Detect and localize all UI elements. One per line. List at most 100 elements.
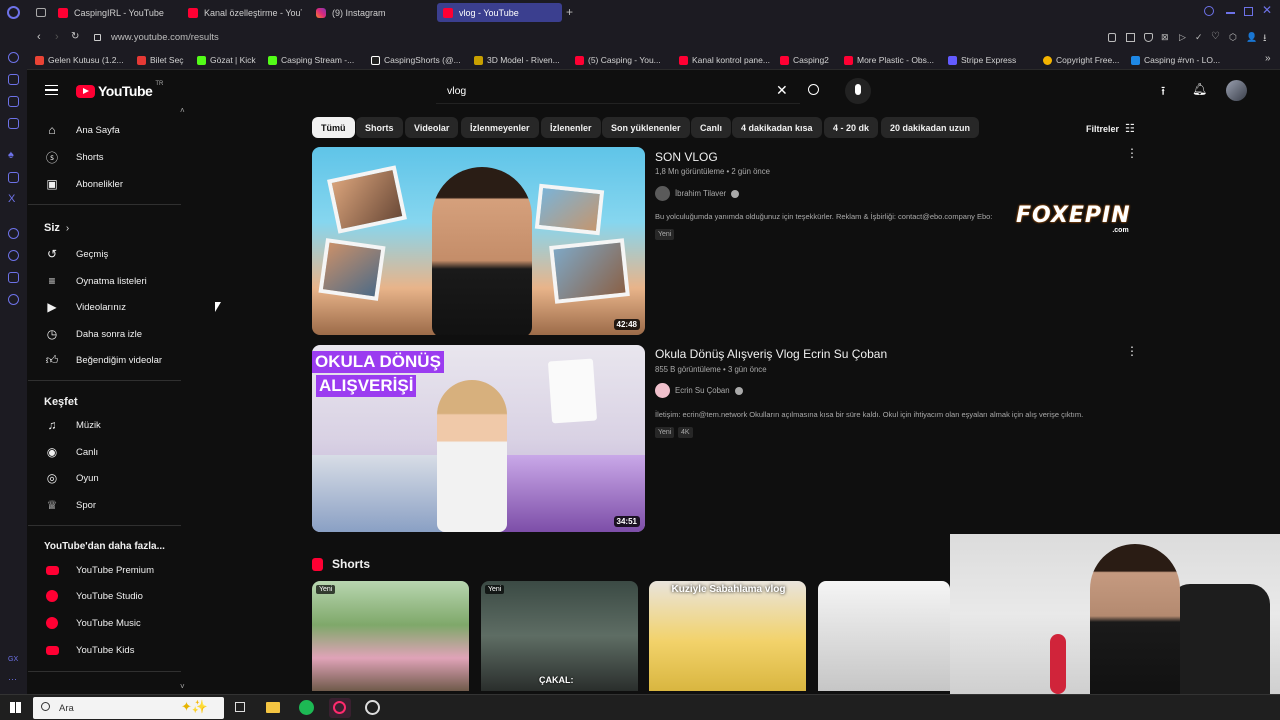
sidebar-settings-icon[interactable] (8, 294, 19, 305)
extensions-icon[interactable]: ⬡ (1229, 32, 1237, 43)
tab-instagram[interactable]: (9) Instagram (310, 3, 430, 22)
video-thumbnail[interactable]: 42:48 (312, 147, 645, 335)
bookmark-stripe[interactable]: Stripe Express (948, 55, 1016, 65)
nav-item-playlists[interactable]: ≡ Oynatma listeleri (27, 269, 177, 293)
search-icon[interactable] (808, 84, 819, 95)
filters-button[interactable]: Filtreler ☷ (1086, 122, 1135, 135)
bookmark-more-plastic[interactable]: More Plastic - Obs... (844, 55, 934, 65)
bookmark-casping2[interactable]: Casping2 (780, 55, 829, 65)
nav-item-your-videos[interactable]: ▶ Videolarınız (27, 295, 177, 319)
tab-vlog-youtube[interactable]: vlog - YouTube (437, 3, 562, 22)
forward-icon[interactable]: › (55, 31, 59, 43)
chip-unwatched[interactable]: İzlenmeyenler (461, 117, 539, 138)
nav-item-youtube-studio[interactable]: YouTube Studio (27, 584, 177, 608)
search-tabs-icon[interactable] (1204, 6, 1214, 16)
nav-item-youtube-premium[interactable]: YouTube Premium (27, 558, 177, 582)
voice-search-button[interactable] (845, 78, 871, 104)
bookmark-casping-stream[interactable]: Casping Stream -... (268, 55, 354, 65)
nav-item-subscriptions[interactable]: ▣ Abonelikler (27, 172, 177, 196)
chip-recently-uploaded[interactable]: Son yüklenenler (602, 117, 690, 138)
sidebar-aria-icon[interactable] (8, 74, 19, 85)
play-icon[interactable]: ▷ (1179, 32, 1186, 43)
bookmark-caspingshorts[interactable]: CaspingShorts (@... (371, 55, 461, 65)
profile-icon[interactable]: 👤 (1246, 32, 1257, 43)
url-field[interactable]: www.youtube.com/results (111, 32, 219, 43)
download-icon[interactable]: ⭳ (1263, 31, 1267, 48)
sidebar-home-icon[interactable] (8, 52, 19, 63)
nav-item-shorts[interactable]: ⓢ Shorts (27, 145, 177, 169)
short-card[interactable]: Kuziyle Sabahlama vlog (649, 581, 806, 691)
minimize-icon[interactable] (1226, 12, 1235, 14)
nav-item-live[interactable]: ◉ Canlı (27, 440, 177, 464)
sidebar-tool-icon[interactable]: ♠ (8, 150, 19, 161)
sidebar-twitch-icon[interactable] (8, 172, 19, 183)
close-window-icon[interactable]: ✕ (1262, 3, 1272, 17)
nav-item-youtube-kids[interactable]: YouTube Kids (27, 638, 177, 662)
nav-scroll-up-icon[interactable]: ˄ (180, 106, 185, 115)
notifications-bell-icon[interactable]: 🔔︎ (1192, 82, 1207, 96)
snapshot-icon[interactable] (1126, 33, 1135, 42)
shield-icon[interactable] (1144, 33, 1153, 42)
search-box[interactable]: vlog ✕ (436, 78, 800, 104)
chip-videos[interactable]: Videolar (405, 117, 459, 138)
nav-scroll-down-icon[interactable]: ˅ (180, 682, 185, 691)
short-card[interactable]: Yeni ÇAKAL: (481, 581, 638, 691)
nav-item-history[interactable]: ↺ Geçmiş (27, 242, 177, 266)
bookmark-3d-model[interactable]: 3D Model - Riven... (474, 55, 560, 65)
taskbar-search-box[interactable]: Ara ✦✨ (33, 697, 224, 719)
clear-search-icon[interactable]: ✕ (776, 82, 788, 99)
hamburger-menu-icon[interactable] (45, 85, 58, 95)
sidebar-history-icon[interactable] (8, 250, 19, 261)
bookmark-casping-rvn[interactable]: Casping #rvn - LO... (1131, 55, 1220, 65)
nav-item-sports[interactable]: ♕ Spor (27, 493, 177, 517)
bookmarks-overflow-icon[interactable]: » (1265, 53, 1271, 64)
windows-start-icon[interactable] (10, 702, 21, 713)
tab-kanal-ozellestirme[interactable]: Kanal özelleştirme - YouTube (182, 3, 302, 22)
short-card[interactable]: Yeni (312, 581, 469, 691)
chip-over-20-min[interactable]: 20 dakikadan uzun (881, 117, 980, 138)
youtube-logo[interactable]: YouTube TR (76, 81, 163, 99)
reload-icon[interactable]: ↻ (71, 31, 79, 42)
video-title[interactable]: SON VLOG (655, 150, 718, 164)
task-view-icon[interactable] (235, 702, 245, 712)
chip-shorts[interactable]: Shorts (356, 117, 403, 138)
nav-item-gaming[interactable]: ◎ Oyun (27, 466, 177, 490)
sidebar-gx-icon[interactable]: GX (8, 656, 18, 663)
short-card[interactable] (818, 581, 950, 691)
sidebar-mail-icon[interactable] (8, 118, 19, 129)
opera-gx-taskbar-icon[interactable] (329, 698, 351, 718)
sidebar-messenger-icon[interactable] (8, 96, 19, 107)
nav-item-music[interactable]: ♫ Müzik (27, 413, 177, 437)
bookmark-copyright-free[interactable]: Copyright Free... (1043, 55, 1119, 65)
compass-icon[interactable]: ✓ (1195, 32, 1203, 43)
opera-logo-icon[interactable] (7, 6, 20, 19)
more-actions-icon[interactable]: ⋮ (1126, 146, 1138, 160)
bookmark-kick[interactable]: Gözat | Kick (197, 55, 256, 65)
bookmark-bilet-sec[interactable]: Bilet Seç (137, 55, 184, 65)
nav-item-youtube-music[interactable]: YouTube Music (27, 611, 177, 635)
file-explorer-icon[interactable] (266, 702, 280, 713)
workspace-icon[interactable] (36, 8, 46, 17)
new-tab-plus-icon[interactable]: + (566, 5, 573, 19)
avatar[interactable] (1226, 80, 1247, 101)
channel-link[interactable]: İbrahim Tilaver (655, 186, 740, 201)
maximize-icon[interactable] (1244, 7, 1253, 16)
sidebar-more-icon[interactable]: ··· (8, 674, 17, 684)
chip-live[interactable]: Canlı (691, 117, 732, 138)
channel-link[interactable]: Ecrin Su Çoban (655, 383, 743, 398)
chip-under-4-min[interactable]: 4 dakikadan kısa (732, 117, 822, 138)
video-thumbnail[interactable]: OKULA DÖNÜŞ ALIŞVERİŞİ 34:51 (312, 345, 645, 532)
spotify-icon[interactable] (299, 700, 314, 715)
bookmark-casping-youtube[interactable]: (5) Casping - You... (575, 55, 661, 65)
chip-all[interactable]: Tümü (312, 117, 355, 138)
chip-4-20-min[interactable]: 4 - 20 dk (824, 117, 879, 138)
tab-caspingirl[interactable]: CaspingIRL - YouTube (52, 3, 177, 22)
sidebar-cube-icon[interactable] (8, 272, 19, 283)
nav-item-liked-videos[interactable]: 👍︎ Beğendiğim videolar (27, 348, 177, 372)
pin-icon[interactable] (1108, 33, 1116, 42)
chip-watched[interactable]: İzlenenler (541, 117, 601, 138)
video-title[interactable]: Okula Dönüş Alışveriş Vlog Ecrin Su Çoba… (655, 347, 887, 361)
more-actions-icon[interactable]: ⋮ (1126, 344, 1138, 358)
extension-x-icon[interactable]: ⊠ (1161, 32, 1169, 43)
sidebar-x-icon[interactable]: X (8, 194, 19, 205)
